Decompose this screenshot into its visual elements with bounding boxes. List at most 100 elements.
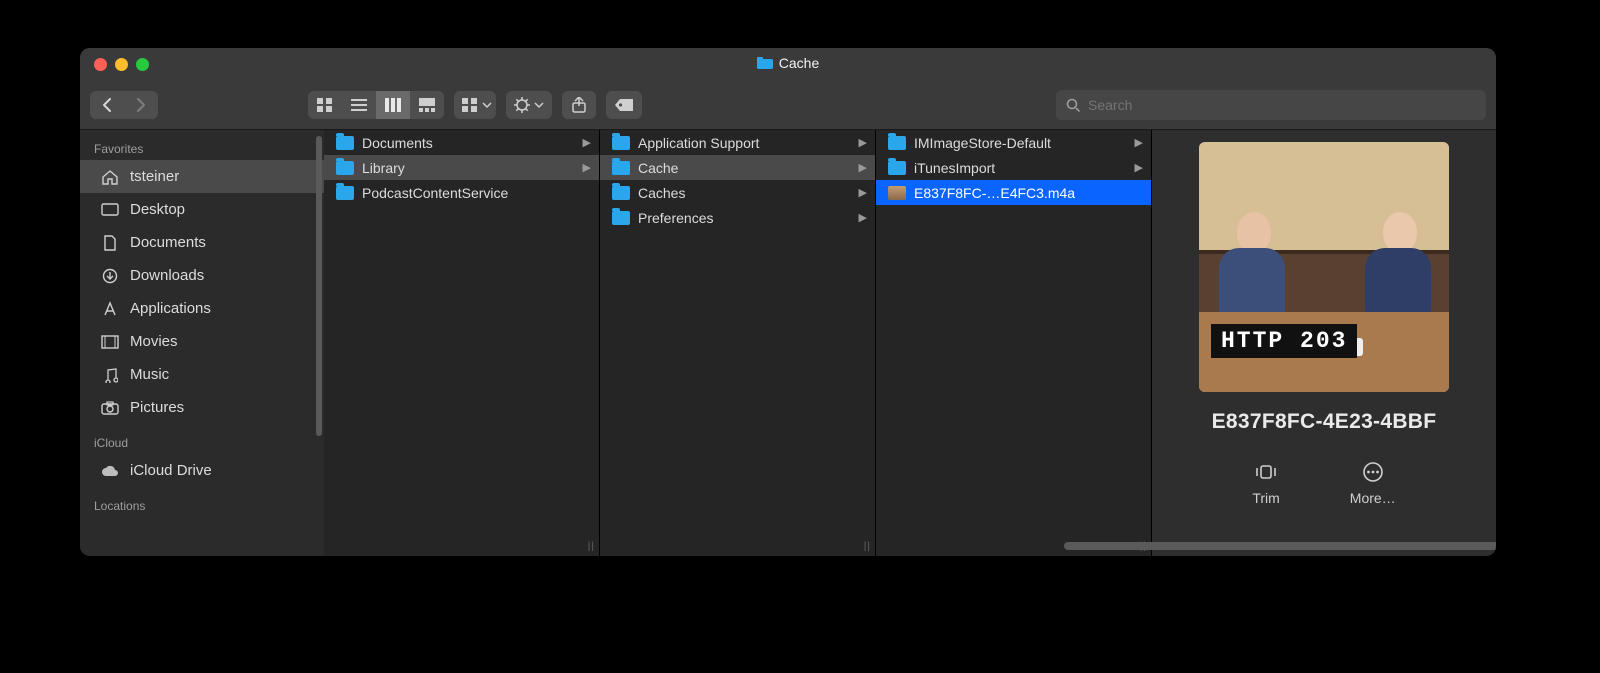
window-title: Cache <box>757 55 819 71</box>
sidebar-item-music[interactable]: Music <box>80 358 324 391</box>
list-item[interactable]: IMImageStore-Default ▶ <box>876 130 1151 155</box>
nav-buttons <box>90 91 158 119</box>
forward-button[interactable] <box>124 91 158 119</box>
list-item[interactable]: Caches ▶ <box>600 180 875 205</box>
action-menu-button[interactable] <box>506 91 552 119</box>
horizontal-scrollbar[interactable] <box>634 542 1484 552</box>
folder-icon <box>612 136 630 150</box>
list-item[interactable]: Documents ▶ <box>324 130 599 155</box>
column-0: Documents ▶ Library ▶ PodcastContentServ… <box>324 130 600 556</box>
list-item[interactable]: Preferences ▶ <box>600 205 875 230</box>
view-columns-button[interactable] <box>376 91 410 119</box>
artwork-title-badge: HTTP 203 <box>1211 324 1357 358</box>
sidebar-item-desktop[interactable]: Desktop <box>80 193 324 226</box>
sidebar-item-downloads[interactable]: Downloads <box>80 259 324 292</box>
chevron-right-icon: ▶ <box>859 161 867 174</box>
finder-window: Cache <box>80 48 1496 556</box>
window-controls <box>80 58 149 71</box>
chevron-right-icon: ▶ <box>583 161 591 174</box>
item-label: Application Support <box>638 135 759 151</box>
item-label: Caches <box>638 185 685 201</box>
view-list-button[interactable] <box>342 91 376 119</box>
item-label: Cache <box>638 160 678 176</box>
chevron-right-icon: ▶ <box>859 136 867 149</box>
trim-icon <box>1254 460 1278 484</box>
sidebar-item-label: Desktop <box>130 201 185 218</box>
item-label: PodcastContentService <box>362 185 508 201</box>
share-button[interactable] <box>562 91 596 119</box>
doc-icon <box>100 233 120 253</box>
list-item[interactable]: Cache ▶ <box>600 155 875 180</box>
folder-icon <box>612 161 630 175</box>
home-icon <box>100 167 120 187</box>
folder-icon <box>336 161 354 175</box>
sidebar: Favorites tsteiner Desktop Documents Dow… <box>80 130 324 556</box>
more-icon <box>1361 460 1385 484</box>
apps-icon <box>100 299 120 319</box>
sidebar-heading-locations: Locations <box>80 495 324 517</box>
sidebar-item-label: iCloud Drive <box>130 462 212 479</box>
sidebar-item-pictures[interactable]: Pictures <box>80 391 324 424</box>
column-resize-handle[interactable]: || <box>588 541 595 552</box>
view-mode-segmented <box>308 91 444 119</box>
view-gallery-button[interactable] <box>410 91 444 119</box>
item-label: Preferences <box>638 210 713 226</box>
scrollbar-thumb[interactable] <box>316 136 322 436</box>
chevron-right-icon: ▶ <box>1135 161 1143 174</box>
back-button[interactable] <box>90 91 124 119</box>
sidebar-item-movies[interactable]: Movies <box>80 325 324 358</box>
item-label: Library <box>362 160 405 176</box>
preview-artwork[interactable]: HTTP 203 <box>1199 142 1449 392</box>
preview-filename: E837F8FC-4E23-4BBF <box>1212 410 1437 434</box>
sidebar-heading-icloud: iCloud <box>80 432 324 454</box>
arrange-menu-button[interactable] <box>454 91 496 119</box>
column-browser: Documents ▶ Library ▶ PodcastContentServ… <box>324 130 1496 556</box>
zoom-window-button[interactable] <box>136 58 149 71</box>
search-input[interactable] <box>1088 97 1476 113</box>
sidebar-item-label: Music <box>130 366 169 383</box>
item-label: iTunesImport <box>914 160 995 176</box>
sidebar-item-applications[interactable]: Applications <box>80 292 324 325</box>
sidebar-item-label: Documents <box>130 234 206 251</box>
view-icon-button[interactable] <box>308 91 342 119</box>
pictures-icon <box>100 398 120 418</box>
folder-icon <box>757 57 773 69</box>
tags-button[interactable] <box>606 91 642 119</box>
sidebar-item-home[interactable]: tsteiner <box>80 160 324 193</box>
folder-icon <box>336 186 354 200</box>
sidebar-item-label: Applications <box>130 300 211 317</box>
movies-icon <box>100 332 120 352</box>
list-item[interactable]: iTunesImport ▶ <box>876 155 1151 180</box>
finder-body: Favorites tsteiner Desktop Documents Dow… <box>80 130 1496 556</box>
sidebar-item-icloud-drive[interactable]: iCloud Drive <box>80 454 324 487</box>
download-icon <box>100 266 120 286</box>
item-label: E837F8FC-…E4FC3.m4a <box>914 185 1075 201</box>
scrollbar-thumb[interactable] <box>1064 542 1496 550</box>
folder-icon <box>612 211 630 225</box>
window-title-text: Cache <box>779 55 819 71</box>
folder-icon <box>888 136 906 150</box>
item-label: IMImageStore-Default <box>914 135 1051 151</box>
minimize-window-button[interactable] <box>115 58 128 71</box>
titlebar: Cache <box>80 48 1496 80</box>
cloud-icon <box>100 461 120 481</box>
list-item[interactable]: E837F8FC-…E4FC3.m4a <box>876 180 1151 205</box>
toolbar <box>80 80 1496 130</box>
preview-action-trim[interactable]: Trim <box>1252 460 1279 506</box>
sidebar-item-documents[interactable]: Documents <box>80 226 324 259</box>
music-icon <box>100 365 120 385</box>
chevron-right-icon: ▶ <box>583 136 591 149</box>
close-window-button[interactable] <box>94 58 107 71</box>
item-label: Documents <box>362 135 433 151</box>
list-item[interactable]: Application Support ▶ <box>600 130 875 155</box>
preview-action-label: More… <box>1350 490 1396 506</box>
preview-pane: HTTP 203 E837F8FC-4E23-4BBF Trim Mo <box>1152 130 1496 556</box>
search-field[interactable] <box>1056 90 1486 120</box>
folder-icon <box>336 136 354 150</box>
list-item[interactable]: PodcastContentService <box>324 180 599 205</box>
sidebar-item-label: tsteiner <box>130 168 179 185</box>
list-item[interactable]: Library ▶ <box>324 155 599 180</box>
column-2: IMImageStore-Default ▶ iTunesImport ▶ E8… <box>876 130 1152 556</box>
sidebar-item-label: Downloads <box>130 267 204 284</box>
preview-action-more[interactable]: More… <box>1350 460 1396 506</box>
